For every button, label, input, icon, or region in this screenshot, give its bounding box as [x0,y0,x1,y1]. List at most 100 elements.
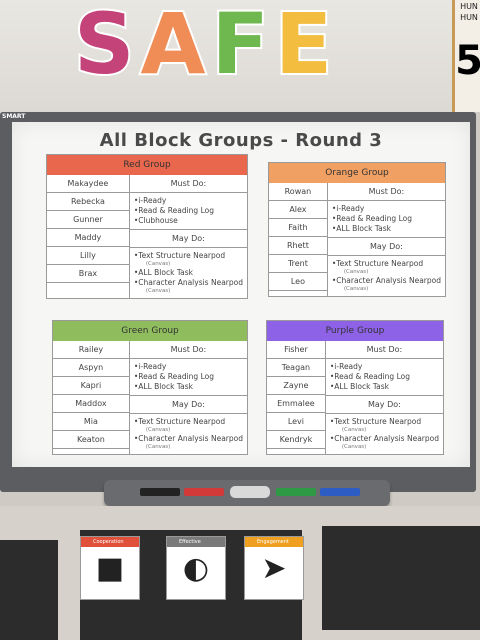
student-name: Makaydee [47,175,129,193]
task-item: Text Structure Nearpod [134,251,243,261]
task-item: Read & Reading Log [332,214,441,224]
student-name: Teagan [267,359,325,377]
student-name: Leo [269,273,327,291]
task-column: Must Do:i-ReadyRead & Reading LogALL Blo… [325,341,443,454]
student-name: Zayne [267,377,325,395]
task-item: i-Ready [134,362,243,372]
people-icon: ■ [95,551,125,586]
poster-effective-listening: Effective Listening ◐ [166,536,226,600]
must-do-list: i-ReadyRead & Reading LogClubhouse [129,193,247,230]
pen-tray [104,480,390,506]
task-column: Must Do:i-ReadyRead & Reading LogClubhou… [129,175,247,298]
task-item: i-Ready [332,204,441,214]
student-name: Emmalee [267,395,325,413]
task-item: Text Structure Nearpod [330,417,439,427]
task-note: (Canvas) [145,261,171,267]
must-do-header: Must Do: [129,175,247,193]
blue-pen[interactable] [320,488,360,496]
may-do-list: Text Structure Nearpod(Canvas)ALL Block … [130,248,247,298]
task-item: i-Ready [134,196,243,206]
ear-icon: ◐ [182,551,210,586]
may-do-list: Text Structure Nearpod(Canvas)Character … [328,256,445,296]
task-item: ALL Block Task [330,382,439,392]
task-note: (Canvas) [343,269,369,275]
right-panel [322,526,480,630]
banner-letter: A [138,0,210,93]
student-name: Kapri [53,377,129,395]
may-do-header: May Do: [129,230,247,248]
student-column: Rowan Alex Faith Rhett Trent Leo [269,183,328,296]
task-item: ALL Block Task [134,268,243,278]
may-do-header: May Do: [327,238,445,256]
student-name: Lilly [47,247,129,265]
task-column: Must Do:i-ReadyRead & Reading LogALL Blo… [129,341,247,454]
task-item: Character Analysis Nearpod [330,434,439,444]
banner-letter: E [273,0,337,93]
group-table-green-group: Green Group Railey Aspyn Kapri Maddox Mia Keat… [52,320,248,455]
student-name: Rebecka [47,193,129,211]
poster-engagement: Engagement ➤ [244,536,304,600]
poster-label: Engagement [245,537,303,547]
task-item: Clubhouse [134,216,243,226]
page-title: All Block Groups - Round 3 [99,130,383,151]
student-name: Levi [267,413,325,431]
poster-cooperation: Cooperation ■ [80,536,140,600]
red-pen[interactable] [184,488,224,496]
banner-letter: S [72,0,139,93]
group-table-purple-group: Purple Group Fisher Teagan Zayne Emmalee Levi… [266,320,444,455]
student-name: Faith [269,219,327,237]
eraser[interactable] [230,486,270,498]
task-item: Character Analysis Nearpod [134,278,243,288]
safe-banner: SAFE [72,0,337,93]
must-do-list: i-ReadyRead & Reading LogALL Block Task [129,359,247,396]
number-chart-sublabel: HUN [460,13,478,22]
may-do-list: Text Structure Nearpod(Canvas)Character … [130,414,247,454]
student-name: Brax [47,265,129,283]
student-column: Makaydee Rebecka Gunner Maddy Lilly Brax [47,175,130,298]
task-item: ALL Block Task [134,382,243,392]
group-table-red-group: Red Group Makaydee Rebecka Gunner Maddy Lilly… [46,154,248,299]
group-table-orange-group: Orange Group Rowan Alex Faith Rhett Trent Leo M… [268,162,446,297]
student-name: Gunner [47,211,129,229]
student-name: Trent [269,255,327,273]
student-name: Mia [53,413,129,431]
banner-letter: F [210,0,273,93]
task-note: (Canvas) [343,286,369,292]
student-name: Rowan [269,183,327,201]
must-do-header: Must Do: [327,183,445,201]
group-header: Green Group [53,321,247,341]
student-column: Fisher Teagan Zayne Emmalee Levi Kendryk [267,341,326,454]
smartboard-screen[interactable]: All Block Groups - Round 3 Red Group Maka… [12,122,470,467]
group-header: Purple Group [267,321,443,341]
poster-label: Effective Listening [167,537,225,555]
may-do-header: May Do: [325,396,443,414]
task-item: Text Structure Nearpod [134,417,243,427]
task-item: Read & Reading Log [134,372,243,382]
student-name: Alex [269,201,327,219]
number-chart: HUN HUN 5 [452,0,480,112]
black-pen[interactable] [140,488,180,496]
must-do-header: Must Do: [325,341,443,359]
may-do-header: May Do: [129,396,247,414]
poster-label: Cooperation [81,537,139,547]
task-item: Read & Reading Log [330,372,439,382]
task-note: (Canvas) [341,427,367,433]
task-item: Character Analysis Nearpod [332,276,441,286]
rocket-icon: ➤ [261,551,287,586]
must-do-header: Must Do: [129,341,247,359]
student-name: Maddox [53,395,129,413]
left-panel [0,540,58,640]
must-do-list: i-ReadyRead & Reading LogALL Block Task [325,359,443,396]
task-note: (Canvas) [145,427,171,433]
task-item: ALL Block Task [332,224,441,234]
smartboard-brand: SMART [2,113,26,120]
group-header: Orange Group [269,163,445,183]
number-chart-value: 5 [455,38,480,84]
may-do-list: Text Structure Nearpod(Canvas)Character … [326,414,443,454]
student-name: Railey [53,341,129,359]
task-note: (Canvas) [341,444,367,450]
green-pen[interactable] [276,488,316,496]
group-header: Red Group [47,155,247,175]
student-name: Maddy [47,229,129,247]
student-name: Fisher [267,341,325,359]
